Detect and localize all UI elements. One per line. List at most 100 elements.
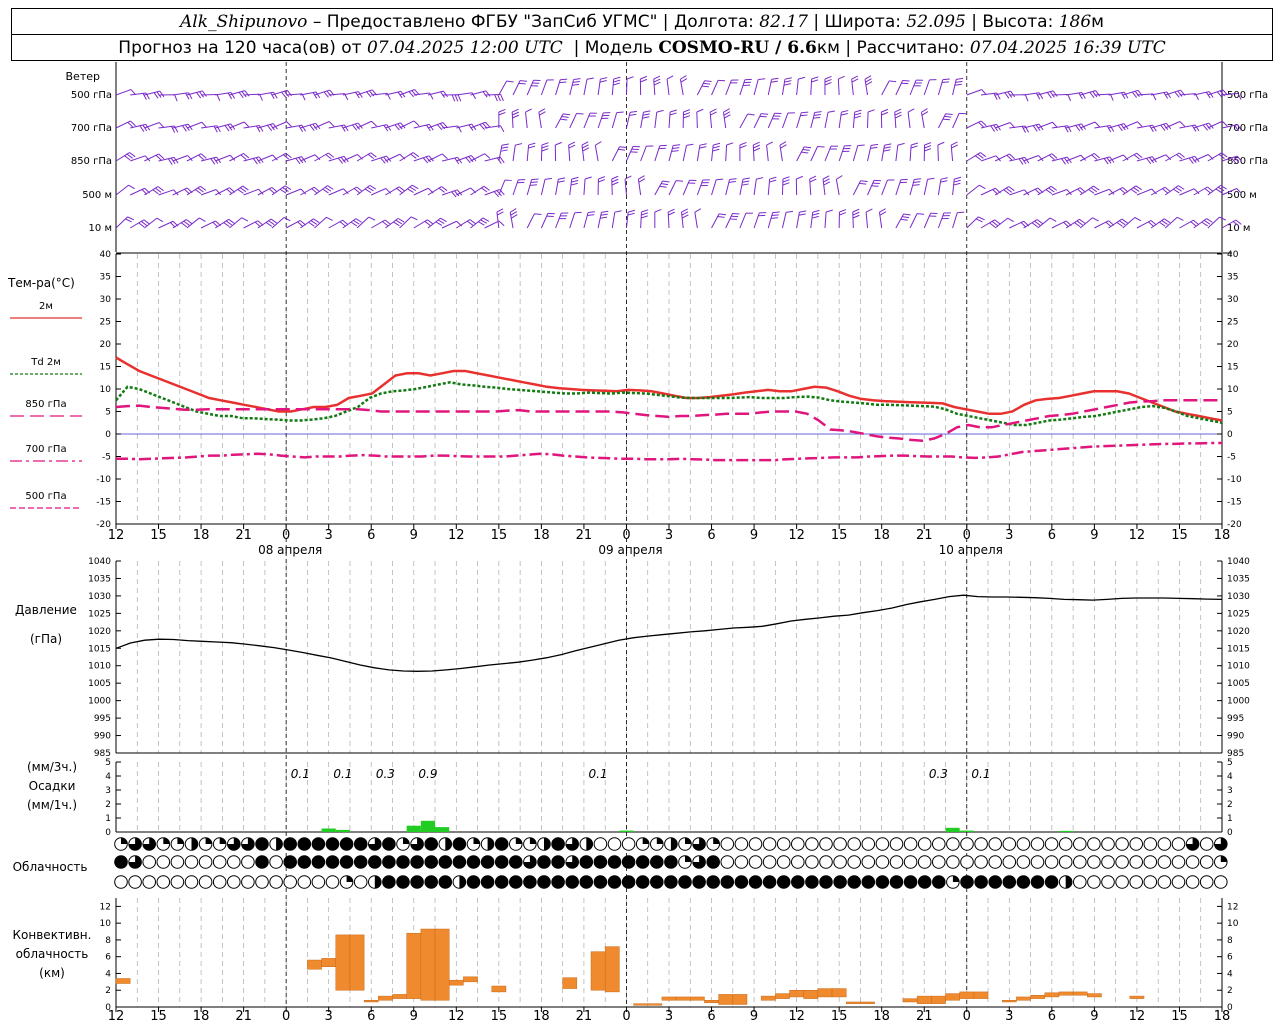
- conv-box: [392, 994, 407, 999]
- wind-barb-feather: [903, 213, 911, 216]
- wind-barb: [625, 78, 628, 96]
- wind-barb: [725, 144, 728, 162]
- hour-label: 0: [282, 528, 290, 543]
- wind-barb-feather: [125, 218, 132, 223]
- cloud-circle: [833, 855, 847, 869]
- wind-barb-feather: [851, 78, 859, 83]
- wind-barb-feather: [611, 175, 619, 180]
- wind-barb: [753, 179, 757, 196]
- wind-barb-feather: [897, 142, 905, 146]
- wind-barb: [583, 179, 586, 196]
- wind-barb: [229, 185, 243, 196]
- wind-barb-feather: [709, 108, 717, 113]
- wind-barb-feather: [811, 215, 819, 219]
- wind-barb: [835, 179, 840, 196]
- cloud-circle: [861, 855, 876, 869]
- wind-barb-feather: [753, 144, 760, 149]
- wind-barb: [895, 80, 904, 96]
- cloud-circle: [1044, 875, 1059, 889]
- wind-barb-feather: [1206, 218, 1213, 223]
- cloud-circle: [1087, 875, 1101, 889]
- wind-barb-feather: [769, 179, 777, 183]
- hour-label: 15: [150, 528, 167, 543]
- cloud-circle: [368, 855, 382, 869]
- wind-barb: [144, 217, 158, 229]
- wind-barb-feather: [783, 83, 791, 86]
- pressure-tick-left: 1000: [88, 697, 111, 707]
- cloud-fill: [952, 875, 960, 882]
- precip-total: 0.3: [376, 767, 395, 781]
- wind-barb-feather: [696, 108, 704, 113]
- temp-tick-right: -15: [1227, 498, 1242, 508]
- wind-barb-feather: [528, 142, 536, 146]
- conv-unit: (км): [39, 966, 65, 980]
- cloud-circle: [565, 875, 580, 889]
- pressure-tick-right: 1015: [1227, 644, 1250, 654]
- wind-barb: [115, 152, 130, 162]
- wind-barb: [753, 79, 759, 96]
- pressure-tick-left: 995: [94, 714, 111, 724]
- wind-barb-feather: [557, 180, 565, 183]
- cloud-circle: [438, 875, 453, 889]
- wind-barb-feather: [864, 75, 872, 80]
- wind-barb: [909, 179, 915, 196]
- wind-barb-feather: [534, 213, 542, 215]
- cloud-fill: [445, 837, 452, 851]
- legend-label: Td 2м: [30, 357, 61, 368]
- wind-barb-feather: [1088, 188, 1095, 194]
- wind-barb: [952, 179, 955, 196]
- wind-barb: [781, 112, 789, 129]
- wind-barb-feather: [480, 219, 487, 224]
- wind-barb: [766, 145, 769, 162]
- cloud-circle: [1129, 875, 1143, 889]
- conv-box: [760, 995, 776, 1001]
- wind-barb-feather: [1179, 121, 1186, 127]
- cloud-circle: [819, 837, 833, 851]
- cloud-circle: [875, 855, 890, 869]
- conv-box: [860, 1001, 875, 1004]
- wind-level-label: 700 гПа: [1227, 123, 1268, 134]
- wind-barb-feather: [555, 141, 562, 146]
- cloud-circle: [1115, 855, 1129, 869]
- wind-barb-feather: [528, 145, 536, 149]
- wind-barb-feather: [279, 188, 287, 194]
- wind-barb: [314, 185, 328, 196]
- wind-barb-feather: [611, 178, 619, 183]
- wind-barb-feather: [355, 218, 362, 223]
- cloud-circle: [255, 837, 269, 851]
- cloud-circle: [621, 875, 636, 889]
- wind-barb-feather: [941, 81, 950, 84]
- cloud-circle: [410, 875, 424, 889]
- wind-barb-feather: [686, 143, 694, 146]
- wind-barb-feather: [619, 146, 627, 148]
- wind-barb: [1179, 219, 1194, 229]
- pressure-unit: (гПа): [30, 632, 62, 646]
- wind-barb: [399, 216, 412, 229]
- wind-barb: [837, 78, 840, 96]
- wind-barb-feather: [978, 216, 985, 221]
- hour-label: 18: [1214, 528, 1231, 543]
- cloud-circle: [706, 875, 721, 889]
- wind-barb-feather: [717, 216, 725, 218]
- wind-barb: [1094, 220, 1109, 229]
- wind-barb-feather: [779, 141, 787, 146]
- wind-barb-feather: [1135, 185, 1142, 191]
- wind-barb-feather: [413, 120, 420, 127]
- wind-barb: [555, 113, 564, 129]
- wind-barb-feather: [478, 221, 485, 226]
- wind-barb-feather: [924, 148, 932, 152]
- cloud-circle: [325, 875, 340, 889]
- wind-barb-feather: [510, 211, 518, 216]
- hour-label: 12: [448, 528, 465, 543]
- wind-barb: [696, 145, 701, 162]
- cloud-circle: [932, 837, 946, 851]
- cloud-circle: [974, 875, 988, 889]
- cloud-circle: [396, 855, 410, 869]
- wind-barb: [385, 186, 400, 196]
- wind-barb: [1051, 93, 1068, 96]
- precip-total: 0.9: [418, 767, 437, 781]
- hour-label: 6: [707, 528, 715, 543]
- cloud-circle: [650, 875, 664, 889]
- precip-tick-right: 4: [1227, 772, 1233, 782]
- wind-barb: [895, 213, 905, 229]
